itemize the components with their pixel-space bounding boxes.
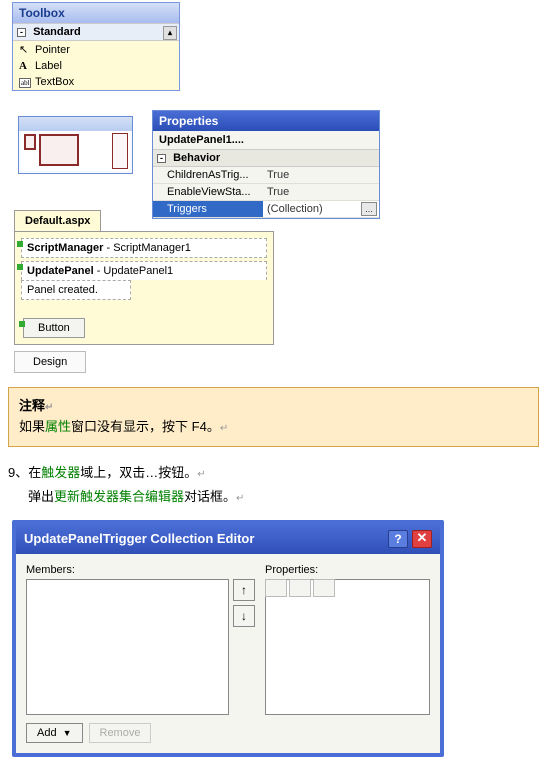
control-id: - UpdatePanel1 [94, 265, 174, 277]
item-label: TextBox [35, 76, 74, 88]
scriptmanager-control[interactable]: ScriptManager - ScriptManager1 [21, 238, 267, 258]
property-value[interactable]: (Collection) ... [263, 201, 379, 217]
preview-selection [24, 134, 36, 150]
properties-label: Properties: [265, 564, 430, 576]
ellipsis-button[interactable]: ... [361, 202, 377, 216]
property-value[interactable]: True [263, 184, 379, 200]
value-text: (Collection) [267, 203, 323, 215]
control-type: UpdatePanel [27, 265, 94, 277]
button-label: Add [37, 727, 57, 739]
keyword: 属性 [45, 419, 71, 434]
keyword: 触发器 [41, 465, 80, 480]
designer-view: Default.aspx ScriptManager - ScriptManag… [14, 210, 274, 345]
properties-panel: Properties UpdatePanel1.... - Behavior C… [152, 110, 380, 219]
alphabetical-button[interactable] [289, 579, 311, 597]
file-tab[interactable]: Default.aspx [14, 210, 101, 231]
collection-editor-dialog: UpdatePanelTrigger Collection Editor ? ✕… [12, 520, 444, 757]
toolbox-item-pointer[interactable]: ↖ Pointer [13, 41, 179, 58]
preview-window [18, 116, 133, 174]
collapse-icon[interactable]: - [157, 154, 166, 163]
collapse-icon[interactable]: - [17, 28, 26, 37]
dialog-body: Members: ↑ ↓ Add ▼ Remove Properties: [16, 554, 440, 753]
preview-body [21, 131, 130, 171]
property-name: Triggers [153, 201, 263, 217]
reorder-buttons: ↑ ↓ [233, 579, 255, 715]
design-surface[interactable]: ScriptManager - ScriptManager1 UpdatePan… [14, 231, 274, 345]
keyword: 更新触发器集合编辑器 [54, 489, 184, 504]
arrow-up-icon: ↑ [241, 583, 247, 597]
note-header: 注释↵ [19, 396, 528, 417]
move-down-button[interactable]: ↓ [233, 605, 255, 627]
preview-titlebar [19, 117, 132, 131]
panel-placeholder: Panel created. [21, 280, 131, 300]
move-up-button[interactable]: ↑ [233, 579, 255, 601]
toolbox-category[interactable]: - Standard ▴ [13, 23, 179, 41]
updatepanel-control[interactable]: UpdatePanel - UpdatePanel1 [21, 261, 267, 280]
property-name: ChildrenAsTrig... [153, 167, 263, 183]
close-button[interactable]: ✕ [412, 530, 432, 548]
dialog-title: UpdatePanelTrigger Collection Editor [24, 531, 388, 546]
remove-button[interactable]: Remove [89, 723, 152, 743]
toolbox-item-textbox[interactable]: abl TextBox [13, 74, 179, 90]
help-button[interactable]: ? [388, 530, 408, 548]
toolbox-item-label[interactable]: A Label [13, 58, 179, 74]
toolbox-items: ↖ Pointer A Label abl TextBox [13, 41, 179, 90]
preview-selection [112, 133, 128, 169]
control-id: - ScriptManager1 [103, 242, 190, 254]
design-mode-tab[interactable]: Design [14, 351, 86, 373]
item-label: Pointer [35, 44, 70, 56]
propgrid-toolbar [265, 579, 337, 597]
control-type: ScriptManager [27, 242, 103, 254]
button-control[interactable]: Button [23, 318, 85, 338]
members-listbox[interactable] [26, 579, 229, 715]
toolbox-panel: Toolbox - Standard ▴ ↖ Pointer A Label abl… [12, 2, 180, 91]
property-row[interactable]: ChildrenAsTrig... True [153, 167, 379, 184]
arrow-down-icon: ↓ [241, 609, 247, 623]
textbox-icon: abl [19, 78, 31, 88]
property-grid[interactable] [265, 579, 430, 715]
preview-selection [39, 134, 79, 166]
propgrid-button[interactable] [313, 579, 335, 597]
dropdown-caret-icon: ▼ [63, 728, 72, 738]
member-buttons: Add ▼ Remove [26, 723, 255, 743]
properties-category[interactable]: - Behavior [153, 150, 379, 167]
category-label: Behavior [173, 152, 220, 164]
instruction-step-9: 9、在触发器域上，双击…按钮。↵ 弹出更新触发器集合编辑器对话框。↵ [8, 461, 547, 510]
note-body: 如果属性窗口没有显示，按下 F4。↵ [19, 417, 528, 438]
members-label: Members: [26, 564, 255, 576]
properties-column: Properties: [265, 564, 430, 743]
property-row-triggers[interactable]: Triggers (Collection) ... [153, 201, 379, 218]
properties-title: Properties [153, 111, 379, 131]
scroll-up-icon[interactable]: ▴ [163, 26, 177, 40]
item-label: Label [35, 60, 62, 72]
properties-object[interactable]: UpdatePanel1.... [153, 131, 379, 150]
property-value[interactable]: True [263, 167, 379, 183]
property-name: EnableViewSta... [153, 184, 263, 200]
category-label: Standard [33, 26, 81, 38]
members-column: Members: ↑ ↓ Add ▼ Remove [26, 564, 255, 743]
property-row[interactable]: EnableViewSta... True [153, 184, 379, 201]
pointer-icon: ↖ [19, 43, 31, 56]
dialog-titlebar[interactable]: UpdatePanelTrigger Collection Editor ? ✕ [16, 524, 440, 554]
note-box: 注释↵ 如果属性窗口没有显示，按下 F4。↵ [8, 387, 539, 447]
toolbox-title: Toolbox [13, 3, 179, 23]
label-icon: A [19, 60, 31, 72]
add-button[interactable]: Add ▼ [26, 723, 83, 743]
categorized-button[interactable] [265, 579, 287, 597]
